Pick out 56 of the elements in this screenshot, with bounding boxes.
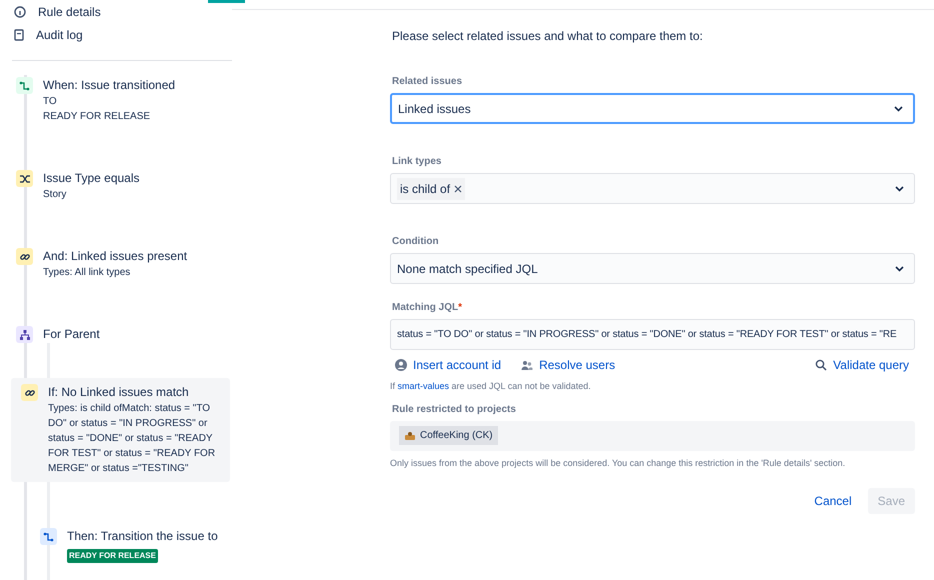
- step-title[interactable]: Issue Type equals: [43, 170, 140, 187]
- hint-text: If smart-values are used JQL can not be validated.: [390, 380, 592, 393]
- status-lozenge: READY FOR RELEASE: [67, 549, 158, 563]
- chevron-down-icon: [895, 266, 904, 272]
- step-title[interactable]: Then: Transition the issue to: [67, 528, 218, 545]
- step-detail: Types: is child ofMatch: status = "TO DO" or status = "IN PROGRESS" or status = "DONE" or status = "READY FOR TEST" or status = "READY FOR MERGE" or status ="TESTING": [48, 402, 216, 476]
- field-label: Rule restricted to projects: [392, 402, 517, 416]
- hierarchy-icon: [16, 326, 33, 343]
- shuffle-icon: [16, 170, 33, 187]
- search-icon: [815, 359, 828, 371]
- intro-text: Please select related issues and what to compare them to:: [392, 28, 704, 45]
- link[interactable]: Resolve users: [539, 356, 616, 374]
- user-icon: [395, 359, 407, 371]
- field-label: Matching JQL: [392, 301, 458, 315]
- dropdown-field[interactable]: Linked issues: [390, 93, 915, 124]
- step-detail: TO: [43, 95, 58, 109]
- field-label: Related issues: [392, 75, 464, 89]
- cancel-button[interactable]: Cancel: [806, 488, 860, 514]
- close-icon[interactable]: [454, 184, 462, 192]
- step-detail: Types: All link types: [43, 266, 132, 280]
- transition-icon: [16, 77, 33, 94]
- chevron-down-icon: [894, 106, 903, 112]
- document-icon: [14, 29, 24, 41]
- sidebar-link[interactable]: Rule details: [38, 6, 101, 18]
- project-tag[interactable]: CoffeeKing (CK): [399, 426, 498, 445]
- field-value: Linked issues: [398, 100, 471, 118]
- step-detail: Story: [43, 188, 68, 202]
- link[interactable]: Insert account id: [413, 356, 502, 374]
- project-avatar-icon: [404, 430, 416, 440]
- dropdown-field[interactable]: is child of: [390, 173, 915, 204]
- link-icon: [21, 384, 38, 401]
- step-title[interactable]: For Parent: [43, 326, 100, 343]
- step-title[interactable]: If: No Linked issues match: [48, 384, 222, 401]
- link-icon: [16, 248, 33, 265]
- required-mark: *: [458, 301, 462, 315]
- tab-indicator: [208, 0, 245, 3]
- field-label: Condition: [392, 235, 440, 249]
- info-note: Only issues from the above projects will be considered. You can change this restriction in the 'Rule details' section.: [390, 456, 846, 470]
- transition-icon: [40, 528, 57, 545]
- dropdown-field[interactable]: None match specified JQL: [390, 253, 915, 284]
- project-field[interactable]: CoffeeKing (CK): [390, 420, 915, 450]
- sidebar-link[interactable]: Audit log: [36, 26, 83, 44]
- field-value: status = "TO DO" or status = "IN PROGRESS" or status = "DONE" or status = "READY FOR TEST" or status = "RE: [397, 328, 897, 342]
- step-detail: READY FOR RELEASE: [43, 110, 152, 124]
- chevron-down-icon: [895, 186, 904, 192]
- step-title[interactable]: When: Issue transitioned: [43, 77, 176, 94]
- link[interactable]: Validate query: [833, 356, 909, 374]
- link[interactable]: smart-values: [398, 381, 450, 391]
- step-title[interactable]: And: Linked issues present: [43, 248, 188, 265]
- users-icon: [521, 359, 534, 371]
- field-value: None match specified JQL: [397, 260, 538, 278]
- field-label: Link types: [392, 155, 442, 169]
- selected-step-card[interactable]: If: No Linked issues match Types: is child ofMatch: status = "TO DO" or status = "IN PROGRESS" or status = "DONE" or status = "READY FOR TEST" or status = "READY FOR MERGE" or status ="TESTING": [11, 378, 230, 482]
- tag-label: is child of: [400, 180, 450, 198]
- input-field[interactable]: status = "TO DO" or status = "IN PROGRESS" or status = "DONE" or status = "READY FOR TEST" or status = "RE: [390, 319, 915, 350]
- info-icon: [14, 6, 26, 18]
